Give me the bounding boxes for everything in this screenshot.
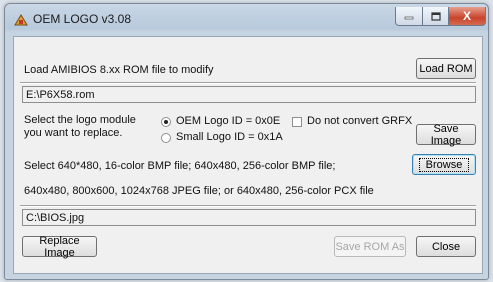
module-label-line1: Select the logo module: [24, 114, 136, 126]
app-logo-icon: [14, 14, 28, 26]
close-icon: X: [462, 9, 471, 23]
separator-top: [20, 82, 476, 84]
dialog-body: Load AMIBIOS 8.xx ROM file to modify Loa…: [13, 36, 483, 274]
window-title: OEM LOGO v3.08: [33, 12, 132, 26]
title-bar[interactable]: OEM LOGO v3.08 X: [5, 4, 488, 37]
no-convert-checkbox[interactable]: [292, 117, 302, 127]
image-path-field[interactable]: C:\BIOS.jpg: [22, 209, 476, 226]
load-rom-label: Load ROM: [419, 62, 473, 75]
close-button[interactable]: Close: [416, 236, 476, 257]
minimize-button[interactable]: [395, 7, 423, 26]
rom-instruction: Load AMIBIOS 8.xx ROM file to modify: [24, 64, 214, 76]
formats-line2: 640x480, 800x600, 1024x768 JPEG file; or…: [24, 185, 374, 197]
save-image-label: Save Image: [430, 122, 462, 147]
oem-logo-radio[interactable]: [161, 117, 171, 127]
replace-image-label: Replace Image: [39, 234, 80, 259]
save-image-button[interactable]: Save Image: [416, 122, 476, 147]
no-convert-label[interactable]: Do not convert GRFX: [307, 115, 412, 127]
minimize-icon: [404, 16, 414, 20]
small-logo-option-label[interactable]: Small Logo ID = 0x1A: [176, 131, 283, 143]
oem-logo-option-label[interactable]: OEM Logo ID = 0x0E: [176, 115, 280, 127]
app-window: OEM LOGO v3.08 X Load AMIBIOS 8.xx ROM f…: [4, 3, 489, 280]
browse-button[interactable]: Browse: [412, 154, 476, 175]
close-label: Close: [431, 240, 461, 253]
save-rom-as-label: Save ROM As: [335, 240, 405, 253]
maximize-button[interactable]: [422, 7, 449, 26]
load-rom-button[interactable]: Load ROM: [416, 58, 476, 79]
formats-line1: Select 640*480, 16-color BMP file; 640x4…: [24, 160, 336, 172]
close-window-button[interactable]: X: [448, 7, 486, 26]
module-label-line2: you want to replace.: [24, 127, 123, 139]
save-rom-as-button[interactable]: Save ROM As: [334, 236, 406, 257]
separator-middle: [20, 205, 476, 207]
browse-label: Browse: [418, 157, 470, 172]
replace-image-button[interactable]: Replace Image: [22, 234, 97, 259]
small-logo-radio[interactable]: [161, 133, 171, 143]
maximize-icon: [430, 11, 441, 21]
rom-path-field[interactable]: E:\P6X58.rom: [22, 86, 476, 103]
